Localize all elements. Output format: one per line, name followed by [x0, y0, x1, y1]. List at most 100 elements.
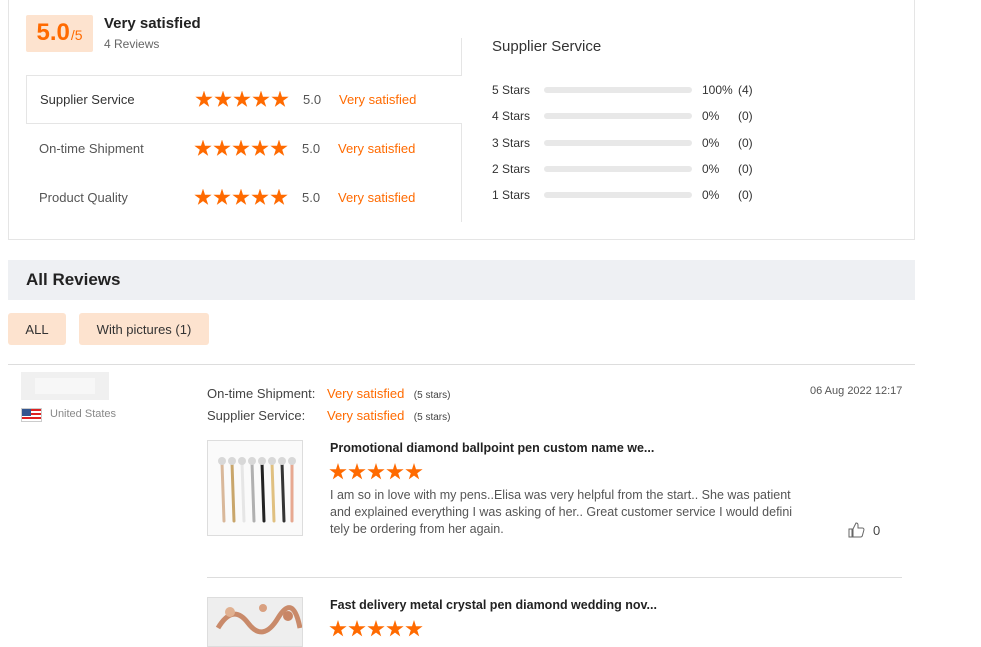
distribution-bar — [544, 113, 692, 119]
like-button[interactable]: 0 — [848, 522, 880, 538]
star-icon — [405, 620, 423, 637]
service-value: Very satisfied — [327, 408, 405, 423]
distribution-label: 2 Stars — [492, 162, 531, 176]
star-icon — [251, 139, 269, 156]
rating-value: 5.0 — [303, 92, 322, 107]
distribution-count: (0) — [738, 162, 753, 176]
star-icon — [405, 463, 423, 480]
distribution-count: (0) — [738, 188, 753, 202]
rating-row-supplier-service[interactable]: Supplier Service 5.0 Very satisfied — [26, 75, 462, 124]
distribution-label: 1 Stars — [492, 188, 531, 202]
rating-row-on-time-shipment[interactable]: On-time Shipment 5.0 Very satisfied — [26, 124, 462, 173]
product-title[interactable]: Promotional diamond ballpoint pen custom… — [330, 441, 654, 455]
divider — [207, 577, 902, 578]
rating-row-product-quality[interactable]: Product Quality 5.0 Very satisfied — [26, 173, 462, 222]
overall-rating-label: Very satisfied — [104, 15, 201, 32]
star-icon — [194, 188, 212, 205]
distribution-count: (0) — [738, 136, 753, 150]
review-date: 06 Aug 2022 12:17 — [810, 385, 903, 397]
distribution-label: 5 Stars — [492, 83, 531, 97]
star-icon — [367, 620, 385, 637]
distribution-bar — [544, 140, 692, 146]
shipment-value-group: Very satisfied (5 stars) — [327, 385, 450, 403]
rating-name: Product Quality — [39, 190, 128, 205]
distribution-bar — [544, 87, 692, 93]
star-icon — [233, 90, 251, 107]
star-icon — [329, 463, 347, 480]
filter-all-button[interactable]: ALL — [8, 313, 66, 345]
review-text: I am so in love with my pens..Elisa was … — [330, 488, 793, 536]
distribution-percent: 0% — [702, 162, 720, 176]
divider — [8, 364, 915, 365]
rating-text: Very satisfied — [339, 92, 417, 107]
filter-with-pictures-button[interactable]: With pictures (1) — [79, 313, 209, 345]
star-icon — [270, 188, 288, 205]
star-icon — [232, 188, 250, 205]
star-icon — [251, 188, 269, 205]
service-value-group: Very satisfied (5 stars) — [327, 407, 450, 425]
star-icon — [329, 620, 347, 637]
distribution-title: Supplier Service — [492, 38, 602, 55]
distribution-row: 1 Stars 0% (0) — [492, 187, 753, 203]
star-icon — [386, 463, 404, 480]
shipment-stars: (5 stars) — [413, 390, 451, 401]
distribution-bar — [544, 166, 692, 172]
rating-value: 5.0 — [302, 190, 321, 205]
distribution-percent: 0% — [702, 109, 720, 123]
us-flag-icon — [21, 408, 42, 422]
score-max: /5 — [70, 27, 83, 43]
rating-text: Very satisfied — [338, 190, 416, 205]
service-stars: (5 stars) — [413, 412, 451, 423]
product-title[interactable]: Fast delivery metal crystal pen diamond … — [330, 598, 657, 612]
star-icon — [195, 90, 213, 107]
star-icon — [214, 90, 232, 107]
distribution-percent: 0% — [702, 188, 720, 202]
rating-name: Supplier Service — [40, 92, 135, 107]
distribution-row: 3 Stars 0% (0) — [492, 135, 753, 151]
shipment-label: On-time Shipment: — [207, 386, 316, 401]
distribution-bar — [544, 192, 692, 198]
rating-text: Very satisfied — [338, 141, 416, 156]
star-icon — [270, 139, 288, 156]
reviewer-country: United States — [50, 408, 117, 420]
star-icon — [386, 620, 404, 637]
shipment-value: Very satisfied — [327, 386, 405, 401]
star-icon — [252, 90, 270, 107]
distribution-row: 5 Stars 100% (4) — [492, 82, 753, 98]
distribution-percent: 100% — [702, 83, 733, 97]
rating-name: On-time Shipment — [39, 141, 144, 156]
reviewer-name-blurred — [21, 372, 109, 400]
star-icon — [213, 139, 231, 156]
score-value: 5.0 — [36, 19, 70, 46]
review-count: 4 Reviews — [104, 37, 160, 51]
star-icon — [213, 188, 231, 205]
product-stars — [329, 463, 423, 481]
product-thumbnail[interactable] — [207, 597, 303, 647]
score-badge: 5.0 /5 — [26, 15, 93, 52]
product-stars — [329, 620, 423, 638]
thumbs-up-icon — [848, 522, 865, 538]
rating-value: 5.0 — [302, 141, 321, 156]
service-label: Supplier Service: — [207, 408, 306, 423]
distribution-label: 4 Stars — [492, 109, 531, 123]
distribution-label: 3 Stars — [492, 136, 531, 150]
product-thumbnail[interactable] — [207, 440, 303, 536]
service-rating: Supplier Service: — [207, 407, 305, 425]
distribution-percent: 0% — [702, 136, 720, 150]
star-icon — [271, 90, 289, 107]
distribution-row: 2 Stars 0% (0) — [492, 161, 753, 177]
rating-breakdown: Supplier Service 5.0 Very satisfied On-t… — [26, 75, 462, 222]
star-icon — [348, 620, 366, 637]
shipment-rating: On-time Shipment: — [207, 385, 315, 403]
distribution-count: (0) — [738, 109, 753, 123]
stars-rating — [195, 90, 289, 109]
stars-rating — [194, 188, 288, 207]
all-reviews-header: All Reviews — [8, 260, 915, 300]
star-icon — [232, 139, 250, 156]
star-icon — [367, 463, 385, 480]
star-icon — [348, 463, 366, 480]
star-icon — [194, 139, 212, 156]
distribution-row: 4 Stars 0% (0) — [492, 108, 753, 124]
distribution-count: (4) — [738, 83, 753, 97]
stars-rating — [194, 139, 288, 158]
